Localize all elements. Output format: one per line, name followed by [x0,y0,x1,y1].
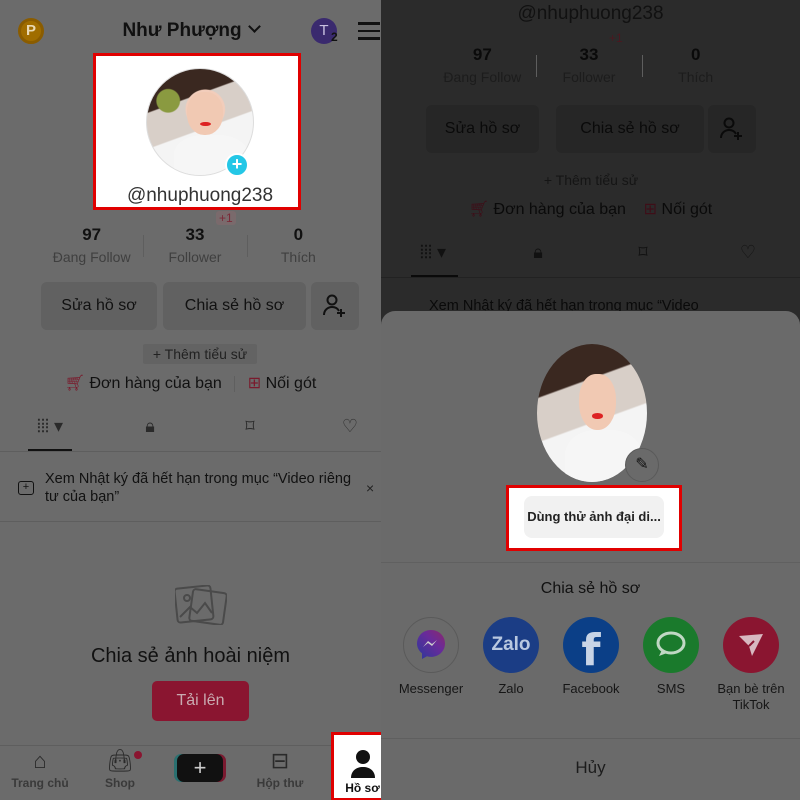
add-user-icon [323,294,345,317]
nav-profile[interactable]: Hồ sơ [331,732,381,800]
content-tabs: ⦙⦙⦙ ▾ 🔒︎ ⌑ ♡ [381,236,800,278]
tab-videos[interactable]: ⦙⦙⦙ ▾ [411,242,455,263]
expired-diary-notice[interactable]: + Xem Nhật ký đã hết hạn trong mục “Vide… [0,452,381,522]
profile-stats: 97 Đang Follow 33 Follower 0 Thích [40,225,350,275]
nav-home[interactable]: ⌂ Trang chủ [5,746,75,800]
active-tab-indicator [411,275,458,277]
edit-profile-button[interactable]: Sửa hồ sơ [426,105,539,153]
add-friend-button[interactable] [708,105,756,153]
divider [381,738,800,739]
stat-followers[interactable]: 33 Follower [535,45,643,85]
nav-shop[interactable]: 👜︎ Shop [85,746,155,800]
grid-icon: ⦙⦙⦙ ▾ [419,242,447,262]
add-bio-button[interactable]: + Thêm tiểu sử [536,170,646,190]
profile-stats: 97 Đang Follow 33 Follower 0 Thích [429,45,749,85]
plus-box-icon: ⊞ [247,375,262,392]
try-avatar-button[interactable]: Dùng thử ảnh đại di... [524,496,664,538]
heart-icon: ♡ [341,416,359,436]
share-title: Chia sẻ hồ sơ [540,580,641,597]
plus-box-icon: ⊞ [643,201,658,218]
screenshot: P Như Phượng T 2 + @nhuphuong238 +1 97 Đ… [0,0,800,800]
stat-following[interactable]: 97 Đang Follow [429,45,536,85]
share-facebook[interactable]: f Facebook [551,617,631,697]
shop-icon: 👜︎ [106,748,134,773]
stat-followers[interactable]: 33 Follower [143,225,246,275]
profile-screen-right: @nhuphuong238 +1 97 Đang Follow 33 Follo… [381,0,800,800]
shop-notification-dot [134,751,142,759]
share-tiktok-friends[interactable]: Bạn bè trên TikTok [711,617,791,713]
stat-likes[interactable]: 0 Thích [246,225,350,275]
cancel-button[interactable]: Hủy [381,758,800,778]
stat-likes[interactable]: 0 Thích [642,45,749,85]
edit-photo-button[interactable]: ✎ [625,448,659,482]
account-count-badge: 2 [331,30,338,44]
orders-link[interactable]: Đơn hàng của bạn [89,375,221,392]
sms-icon [643,617,699,673]
edit-profile-button[interactable]: Sửa hồ sơ [41,282,157,330]
content-tabs: ⦙⦙⦙ ▾ 🔒︎ ⌑ ♡ [0,410,381,452]
stat-following[interactable]: 97 Đang Follow [40,225,143,275]
hamburger-menu-icon[interactable] [358,22,380,40]
lock-icon: 🔒︎ [533,242,543,262]
follower-delta-badge: +1 [609,31,623,45]
cart-icon: 🛒︎ [468,201,490,218]
plus-icon: + [193,755,207,780]
share-zalo[interactable]: Zalo Zalo [471,617,551,697]
empty-state-title: Chia sẻ ảnh hoài niệm [90,645,290,667]
divider [381,562,800,563]
create-button[interactable]: + [177,754,223,782]
lock-icon: 🔒︎ [145,416,155,436]
share-sms[interactable]: SMS [631,617,711,697]
profile-name: Như Phượng [122,20,242,41]
add-avatar-plus-icon[interactable]: + [225,153,249,177]
username-handle: @nhuphuong238 [126,185,274,206]
inbox-icon: ⊟ [270,748,290,773]
profile-screen-left: P Như Phượng T 2 + @nhuphuong238 +1 97 Đ… [0,0,381,800]
share-profile-button[interactable]: Chia sẻ hồ sơ [163,282,306,330]
tab-liked[interactable]: ♡ [726,242,770,263]
home-icon: ⌂ [33,748,47,773]
shortcut-links: 🛒︎ Đơn hàng của bạn ⊞ Nối gót [0,373,381,393]
cart-icon: 🛒︎ [64,375,85,392]
camera-plus-icon: + [18,481,34,495]
messenger-icon [403,617,459,673]
close-icon[interactable]: × [366,480,374,496]
tab-private[interactable]: 🔒︎ [128,416,172,446]
tiktok-friends-icon [723,617,779,673]
bottom-navigation: ⌂ Trang chủ 👜︎ Shop + ⊟ Hộp thư Hồ sơ [0,732,381,800]
bookmark-icon: ⌑ [638,242,648,262]
upload-button[interactable]: Tải lên [152,681,249,721]
add-user-icon [720,117,742,140]
tab-saved[interactable]: ⌑ [228,416,272,446]
bookmark-icon: ⌑ [245,416,255,436]
zalo-icon: Zalo [483,617,539,673]
nav-inbox[interactable]: ⊟ Hộp thư [245,746,315,800]
facebook-icon: f [563,617,619,676]
tab-videos[interactable]: ⦙⦙⦙ ▾ [28,416,72,446]
photos-icon [175,585,227,625]
share-profile-sheet: ✎ Dùng thử ảnh đại di... Chia sẻ hồ sơ M… [381,311,800,800]
add-friend-button[interactable] [311,282,359,330]
noi-got-link[interactable]: Nối gót [266,375,317,392]
share-profile-button[interactable]: Chia sẻ hồ sơ [556,105,704,153]
tab-private[interactable]: 🔒︎ [516,242,560,263]
username-handle: @nhuphuong238 [517,3,664,24]
noi-got-link[interactable]: Nối gót [662,201,713,218]
profile-icon [351,750,375,778]
highlight-box-try-avatar: Dùng thử ảnh đại di... [506,485,682,551]
tab-liked[interactable]: ♡ [328,416,372,446]
follower-delta-badge: +1 [216,211,236,225]
chevron-down-icon [247,20,261,33]
add-bio-button[interactable]: + Thêm tiểu sử [143,344,257,364]
shortcut-links: 🛒︎ Đơn hàng của bạn ⊞ Nối gót [381,199,800,219]
tab-saved[interactable]: ⌑ [621,242,665,263]
orders-link[interactable]: Đơn hàng của bạn [494,201,626,218]
share-messenger[interactable]: Messenger [391,617,471,697]
pencil-icon: ✎ [635,456,649,473]
heart-icon: ♡ [739,242,757,262]
active-tab-indicator [28,449,72,451]
grid-icon: ⦙⦙⦙ ▾ [36,416,64,436]
